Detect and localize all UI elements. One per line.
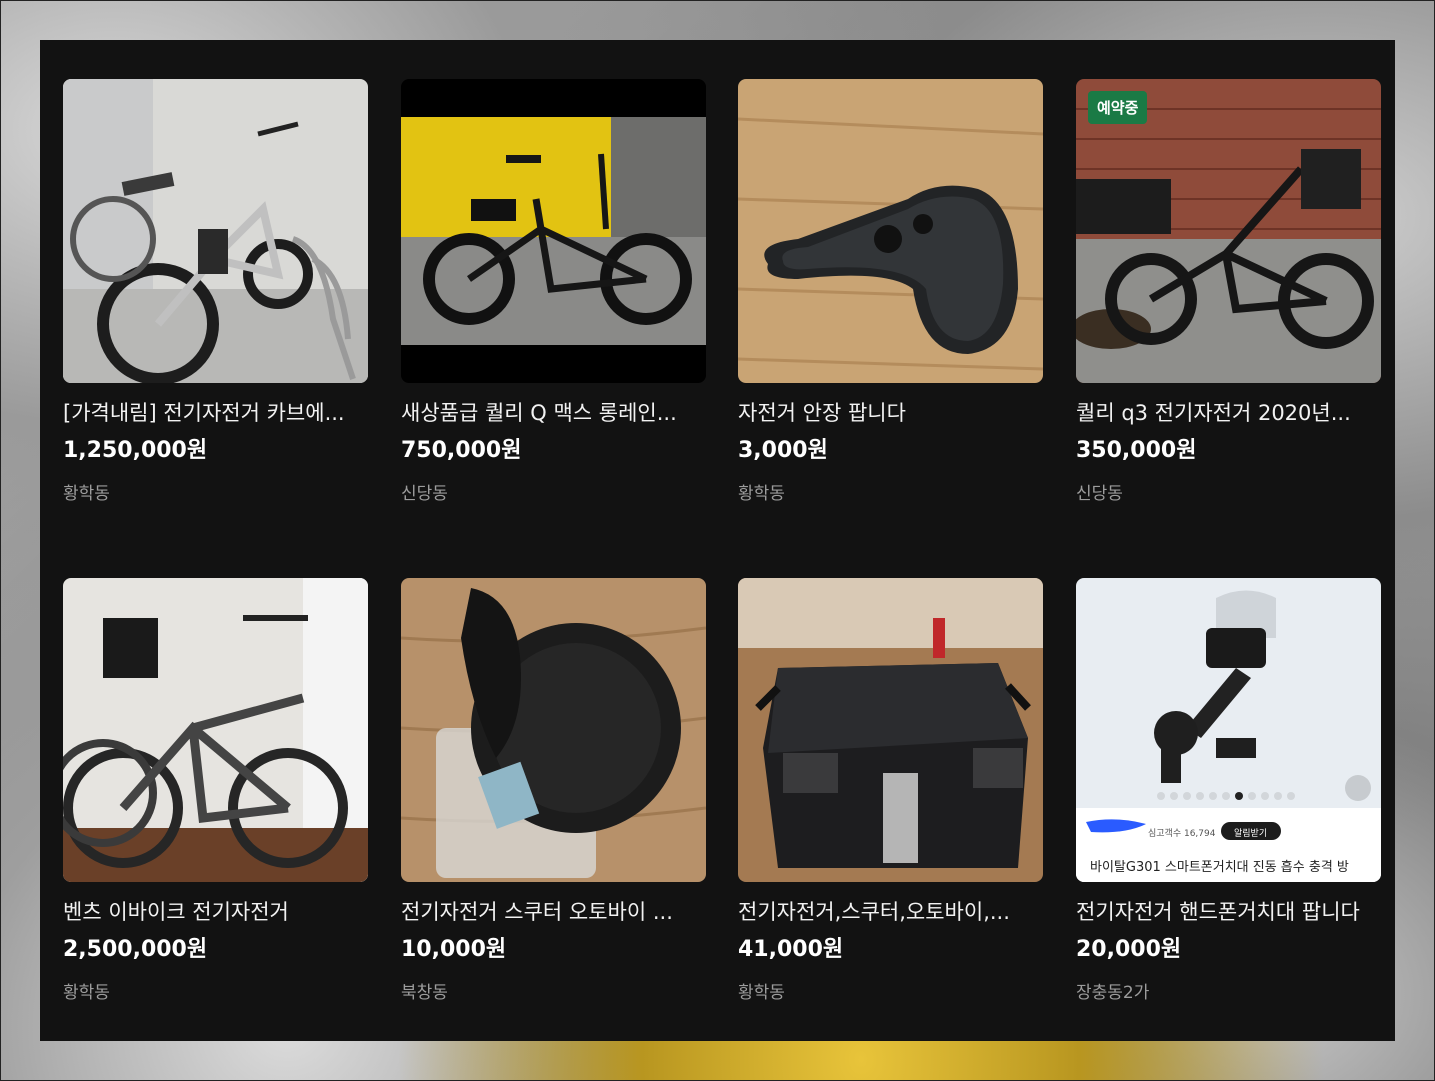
listing-region: 신당동 xyxy=(1076,484,1123,504)
e-bike-photo xyxy=(63,79,368,383)
product-caption: 바이탈G301 스마트폰거치대 진동 흡수 충격 방 xyxy=(1090,860,1349,875)
reserved-badge: 예약중 xyxy=(1088,91,1148,124)
benz-ebike-photo xyxy=(63,578,368,882)
listing-title: 새상품급 퀄리 Q 맥스 롱레인... xyxy=(401,401,677,425)
top-case-photo xyxy=(738,578,1043,882)
listing-price: 10,000원 xyxy=(401,937,507,962)
listing-card[interactable]: 전기자전거 스쿠터 오토바이 ... 10,000원 북창동 xyxy=(401,578,706,1004)
listing-card[interactable]: 예약중 퀄리 q3 전기자전거 2020년... 350,000원 신당동 xyxy=(1076,79,1381,505)
listing-thumbnail[interactable] xyxy=(738,79,1043,383)
listing-region: 북창동 xyxy=(401,983,448,1003)
listing-card[interactable]: 전기자전거,스쿠터,오토바이,... 41,000원 황학동 xyxy=(738,578,1043,1004)
listing-region: 장충동2가 xyxy=(1076,983,1150,1003)
listing-thumbnail[interactable]: 심고객수 16,794 알림받기 바이탈G301 스마트폰거치대 진동 흡수 충… xyxy=(1076,578,1381,882)
listing-thumbnail[interactable] xyxy=(401,79,706,383)
listing-price: 20,000원 xyxy=(1076,937,1182,962)
phone-mount-photo xyxy=(1076,578,1381,882)
listing-title: 벤츠 이바이크 전기자전거 xyxy=(63,900,289,924)
listing-title: 자전거 안장 팝니다 xyxy=(738,401,906,425)
listing-title: 전기자전거 핸드폰거치대 팝니다 xyxy=(1076,900,1360,924)
listing-thumbnail[interactable]: 예약중 xyxy=(1076,79,1381,383)
listing-title: [가격내림] 전기자전거 카브에... xyxy=(63,401,345,425)
listing-title: 퀄리 q3 전기자전거 2020년... xyxy=(1076,401,1351,425)
bike-saddle-photo xyxy=(738,79,1043,383)
listing-price: 750,000원 xyxy=(401,438,522,463)
listing-thumbnail[interactable] xyxy=(401,578,706,882)
listing-thumbnail[interactable] xyxy=(63,578,368,882)
listing-card[interactable]: 자전거 안장 팝니다 3,000원 황학동 xyxy=(738,79,1043,505)
listing-card[interactable]: 새상품급 퀄리 Q 맥스 롱레인... 750,000원 신당동 xyxy=(401,79,706,505)
listing-thumbnail[interactable] xyxy=(738,578,1043,882)
view-count-text: 심고객수 16,794 xyxy=(1148,829,1216,839)
listing-title: 전기자전거 스쿠터 오토바이 ... xyxy=(401,900,673,924)
listing-title: 전기자전거,스쿠터,오토바이,... xyxy=(738,900,1010,924)
notify-button: 알림받기 xyxy=(1234,829,1268,839)
listing-region: 황학동 xyxy=(63,484,110,504)
listing-region: 황학동 xyxy=(738,484,785,504)
listing-card[interactable]: 벤츠 이바이크 전기자전거 2,500,000원 황학동 xyxy=(63,578,368,1004)
listing-grid: [가격내림] 전기자전거 카브에... 1,250,000원 황학동 새상품급 … xyxy=(40,40,1395,1041)
folding-bike-photo xyxy=(401,79,706,383)
listing-region: 황학동 xyxy=(738,983,785,1003)
listing-region: 황학동 xyxy=(63,983,110,1003)
listing-price: 350,000원 xyxy=(1076,438,1197,463)
qualli-bike-photo xyxy=(1076,79,1381,383)
listing-price: 3,000원 xyxy=(738,438,828,463)
listing-price: 1,250,000원 xyxy=(63,438,208,463)
listing-card[interactable]: [가격내림] 전기자전거 카브에... 1,250,000원 황학동 xyxy=(63,79,368,505)
listing-price: 2,500,000원 xyxy=(63,937,208,962)
listing-price: 41,000원 xyxy=(738,937,844,962)
horn-photo xyxy=(401,578,706,882)
listing-region: 신당동 xyxy=(401,484,448,504)
listing-thumbnail[interactable] xyxy=(63,79,368,383)
listing-card[interactable]: 심고객수 16,794 알림받기 바이탈G301 스마트폰거치대 진동 흡수 충… xyxy=(1076,578,1381,1004)
